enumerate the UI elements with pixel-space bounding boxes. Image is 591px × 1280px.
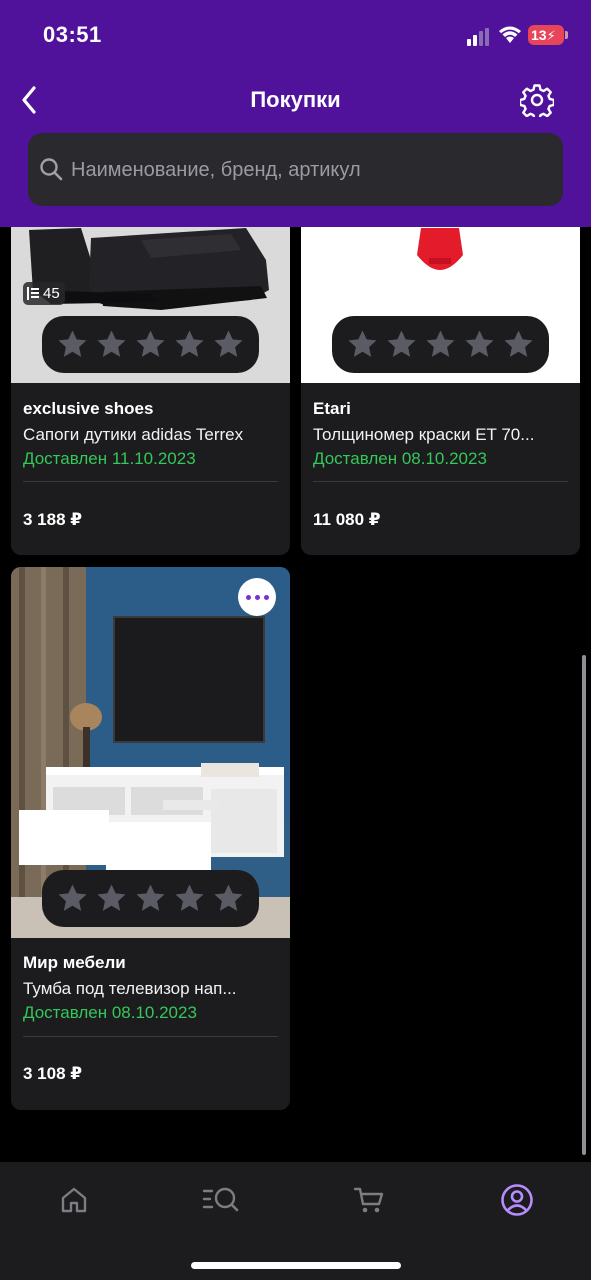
divider <box>313 481 568 482</box>
star-icon[interactable] <box>212 328 245 361</box>
star-icon[interactable] <box>56 328 89 361</box>
catalog-search-icon <box>202 1187 239 1212</box>
star-icon[interactable] <box>212 882 245 915</box>
cellular-signal-icon <box>467 28 489 46</box>
app-header: 03:51 13⚡ Покупки <box>0 0 591 227</box>
wifi-icon <box>499 26 521 43</box>
star-icon[interactable] <box>134 328 167 361</box>
star-icon[interactable] <box>95 328 128 361</box>
star-icon[interactable] <box>502 328 535 361</box>
profile-icon <box>501 1184 533 1216</box>
rating-stars[interactable] <box>42 870 259 927</box>
page-title: Покупки <box>250 87 341 112</box>
product-brand: Мир мебели <box>23 953 126 972</box>
product-card[interactable]: Etari Толщиномер краски ET 70... Доставл… <box>301 200 580 555</box>
battery-cap <box>565 31 568 39</box>
star-icon[interactable] <box>463 328 496 361</box>
product-name: Толщиномер краски ET 70... <box>313 425 535 444</box>
dot-icon <box>263 594 269 600</box>
status-time: 03:51 <box>43 22 102 47</box>
dot-icon <box>254 594 260 600</box>
tab-catalog[interactable] <box>201 1180 241 1220</box>
home-indicator <box>191 1262 401 1269</box>
product-price: 3 108 ₽ <box>23 1064 83 1083</box>
rating-stars[interactable] <box>332 316 549 373</box>
settings-button[interactable] <box>518 81 556 119</box>
reviews-count-badge: 45 <box>23 282 65 305</box>
product-brand: exclusive shoes <box>23 399 154 418</box>
star-icon[interactable] <box>424 328 457 361</box>
divider <box>23 481 278 482</box>
gear-icon <box>520 84 554 117</box>
status-bar: 03:51 13⚡ <box>0 0 591 70</box>
battery-indicator: 13⚡ <box>528 25 564 45</box>
cart-icon <box>353 1187 384 1213</box>
rating-stars[interactable] <box>42 316 259 373</box>
tab-cart[interactable] <box>349 1180 389 1220</box>
star-icon[interactable] <box>346 328 379 361</box>
search-bar[interactable] <box>28 133 563 206</box>
product-price: 3 188 ₽ <box>23 510 83 529</box>
delivery-status: Доставлен 11.10.2023 <box>23 449 196 468</box>
scrollbar[interactable] <box>582 655 586 1155</box>
product-name: Тумба под телевизор нап... <box>23 979 237 998</box>
more-options-button[interactable] <box>238 578 276 616</box>
product-brand: Etari <box>313 399 351 418</box>
product-price: 11 080 ₽ <box>313 510 381 529</box>
star-icon[interactable] <box>173 882 206 915</box>
product-name: Сапоги дутики adidas Terrex <box>23 425 244 444</box>
home-icon <box>61 1187 87 1213</box>
star-icon[interactable] <box>385 328 418 361</box>
nav-bar: Покупки <box>0 78 591 122</box>
star-icon[interactable] <box>56 882 89 915</box>
reviews-count: 45 <box>43 285 60 302</box>
product-card[interactable]: Мир мебели Тумба под телевизор нап... До… <box>11 567 290 1110</box>
list-icon <box>27 287 39 300</box>
star-icon[interactable] <box>173 328 206 361</box>
divider <box>23 1036 278 1037</box>
product-card[interactable]: 45 exclusive shoes Сапоги дутики adidas … <box>11 200 290 555</box>
tab-home[interactable] <box>54 1180 94 1220</box>
search-icon <box>40 158 63 181</box>
delivery-status: Доставлен 08.10.2023 <box>23 1003 197 1022</box>
delivery-status: Доставлен 08.10.2023 <box>313 449 487 468</box>
star-icon[interactable] <box>95 882 128 915</box>
tab-profile[interactable] <box>497 1180 537 1220</box>
dot-icon <box>245 594 251 600</box>
search-input[interactable] <box>71 155 541 185</box>
star-icon[interactable] <box>134 882 167 915</box>
battery-level: 13 <box>531 27 547 43</box>
charging-bolt-icon: ⚡ <box>546 28 556 43</box>
